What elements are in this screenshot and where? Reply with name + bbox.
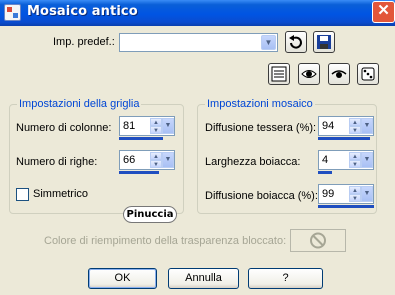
eye-icon[interactable]: [298, 63, 320, 85]
no-color-icon: [310, 232, 326, 249]
close-icon[interactable]: ✕: [372, 1, 395, 23]
eye-icon[interactable]: [328, 63, 350, 85]
increment-icon[interactable]: ▲: [349, 152, 361, 160]
columns-stepper[interactable]: 81 ▲ ▼ ▼: [119, 116, 175, 136]
chevron-down-icon[interactable]: ▼: [162, 152, 174, 168]
fill-color-swatch[interactable]: [290, 229, 346, 252]
grout-diffusion-label: Diffusione boiacca (%):: [205, 190, 318, 202]
increment-icon[interactable]: ▲: [150, 118, 162, 126]
author-watermark: Pinuccia: [123, 206, 177, 223]
grout-width-slider[interactable]: [318, 171, 332, 174]
symmetric-checkbox[interactable]: [16, 188, 29, 201]
increment-icon[interactable]: ▲: [349, 118, 361, 126]
mosaic-settings-title: Impostazioni mosaico: [205, 98, 315, 110]
columns-label: Numero di colonne:: [16, 122, 112, 134]
chevron-down-icon[interactable]: ▼: [261, 35, 276, 50]
tile-diffusion-label: Diffusione tessera (%):: [205, 122, 317, 134]
decrement-icon[interactable]: ▼: [349, 160, 361, 168]
tile-diffusion-value[interactable]: 94: [322, 120, 334, 132]
app-icon: [4, 4, 21, 21]
preset-label: Imp. predef.:: [53, 36, 115, 48]
reset-icon[interactable]: [285, 31, 307, 53]
grout-width-stepper[interactable]: 4 ▲ ▼ ▼: [318, 150, 374, 170]
preset-dropdown[interactable]: ▼: [119, 33, 278, 52]
rows-label: Numero di righe:: [16, 156, 98, 168]
chevron-down-icon[interactable]: ▼: [162, 118, 174, 134]
grout-diffusion-value[interactable]: 99: [322, 188, 334, 200]
decrement-icon[interactable]: ▼: [150, 126, 162, 134]
columns-slider[interactable]: [119, 137, 163, 140]
title-bar[interactable]: Mosaico antico ✕: [0, 0, 395, 26]
grout-diffusion-stepper[interactable]: 99 ▲ ▼ ▼: [318, 184, 374, 204]
grout-diffusion-slider[interactable]: [318, 205, 374, 208]
preview-icon[interactable]: [268, 63, 290, 85]
cancel-button[interactable]: Annulla: [168, 268, 239, 289]
window-title: Mosaico antico: [27, 4, 138, 19]
decrement-icon[interactable]: ▼: [150, 160, 162, 168]
tile-diffusion-slider[interactable]: [318, 137, 370, 140]
ok-button[interactable]: OK: [88, 268, 157, 289]
rows-slider[interactable]: [119, 171, 159, 174]
save-icon[interactable]: [313, 31, 335, 53]
dice-icon[interactable]: [357, 63, 379, 85]
chevron-down-icon[interactable]: ▼: [361, 186, 373, 202]
fill-color-label: Colore di riempimento della trasparenza …: [44, 235, 287, 247]
tile-diffusion-stepper[interactable]: 94 ▲ ▼ ▼: [318, 116, 374, 136]
help-button[interactable]: ?: [248, 268, 323, 289]
decrement-icon[interactable]: ▼: [349, 126, 361, 134]
columns-value[interactable]: 81: [123, 120, 135, 132]
grout-width-value[interactable]: 4: [322, 154, 328, 166]
rows-stepper[interactable]: 66 ▲ ▼ ▼: [119, 150, 175, 170]
increment-icon[interactable]: ▲: [150, 152, 162, 160]
rows-value[interactable]: 66: [123, 154, 135, 166]
increment-icon[interactable]: ▲: [349, 186, 361, 194]
chevron-down-icon[interactable]: ▼: [361, 152, 373, 168]
grout-width-label: Larghezza boiacca:: [205, 156, 301, 168]
grid-settings-title: Impostazioni della griglia: [17, 98, 142, 110]
symmetric-label[interactable]: Simmetrico: [33, 188, 88, 200]
decrement-icon[interactable]: ▼: [349, 194, 361, 202]
chevron-down-icon[interactable]: ▼: [361, 118, 373, 134]
